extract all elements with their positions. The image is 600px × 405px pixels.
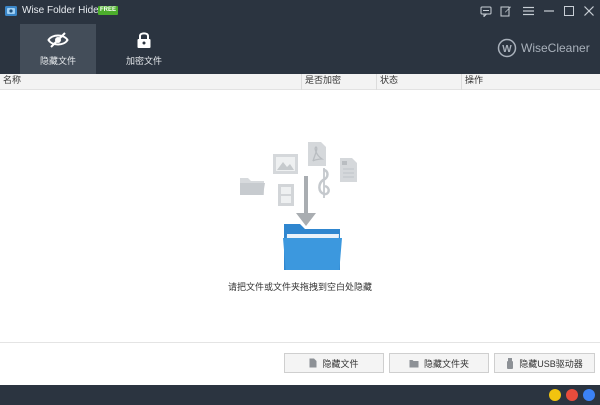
free-badge: FREE (98, 6, 119, 15)
tab-hide-files[interactable]: 隐藏文件 (20, 24, 96, 74)
blue-folder-icon (283, 224, 342, 270)
pdf-file-icon (308, 142, 326, 166)
video-file-icon (278, 184, 294, 206)
arrow-down-icon (296, 176, 316, 226)
message-icon (480, 6, 492, 17)
app-window: Wise Folder Hider FREE 隐藏文件 加密文件 W WiseC… (0, 0, 600, 405)
title-bar[interactable]: Wise Folder Hider FREE (0, 0, 600, 22)
maximize-icon (564, 6, 574, 16)
close-button[interactable] (581, 3, 597, 19)
divider (0, 342, 600, 343)
drag-drop-illustration (240, 142, 357, 270)
menu-button[interactable] (520, 3, 536, 19)
hide-usb-button[interactable]: 隐藏USB驱动器 (494, 353, 595, 373)
brand-name: WiseCleaner (521, 41, 590, 55)
image-file-icon (273, 154, 298, 174)
minimize-icon (544, 10, 554, 12)
wisecleaner-brand[interactable]: W WiseCleaner (497, 38, 590, 58)
weibo-icon[interactable] (566, 389, 578, 401)
column-header-name[interactable]: 名称 (0, 74, 302, 90)
column-header-encrypted[interactable]: 是否加密 (302, 74, 377, 90)
maximize-button[interactable] (561, 3, 577, 19)
app-title: Wise Folder Hider (22, 5, 103, 16)
smiley-icon[interactable] (549, 389, 561, 401)
hide-folder-label: 隐藏文件夹 (423, 358, 469, 369)
tab-label: 隐藏文件 (39, 57, 76, 67)
drop-zone[interactable]: 请把文件或文件夹拖拽到空白处隐藏 (0, 90, 600, 340)
tab-encrypt-files[interactable]: 加密文件 (106, 24, 182, 74)
wisecleaner-logo-icon: W (497, 38, 517, 58)
minimize-button[interactable] (541, 3, 557, 19)
edit-button[interactable] (498, 3, 514, 19)
status-bar (0, 385, 600, 405)
app-logo-icon (5, 6, 17, 16)
music-note-icon (318, 168, 330, 198)
header: Wise Folder Hider FREE 隐藏文件 加密文件 W WiseC… (0, 0, 600, 74)
hide-usb-label: 隐藏USB驱动器 (519, 358, 583, 369)
column-header-action[interactable]: 操作 (462, 74, 600, 90)
edit-icon (500, 6, 511, 17)
hamburger-icon (522, 6, 534, 16)
hide-file-button[interactable]: 隐藏文件 (284, 353, 384, 373)
file-icon (309, 358, 317, 368)
close-icon (584, 6, 594, 16)
hide-file-label: 隐藏文件 (322, 358, 359, 369)
padlock-icon (137, 32, 151, 48)
document-file-icon (340, 158, 357, 182)
hide-folder-button[interactable]: 隐藏文件夹 (389, 353, 489, 373)
table-header: 名称 是否加密 状态 操作 (0, 74, 600, 90)
drop-hint-text: 请把文件或文件夹拖拽到空白处隐藏 (227, 283, 372, 293)
social-share-icon[interactable] (583, 389, 595, 401)
folder-icon (409, 359, 419, 367)
eye-slash-icon (47, 32, 69, 48)
usb-icon (507, 357, 514, 369)
svg-text:W: W (502, 44, 512, 55)
folder-icon (240, 178, 265, 195)
feedback-button[interactable] (478, 3, 494, 19)
tab-label: 加密文件 (125, 57, 162, 67)
column-header-status[interactable]: 状态 (377, 74, 462, 90)
